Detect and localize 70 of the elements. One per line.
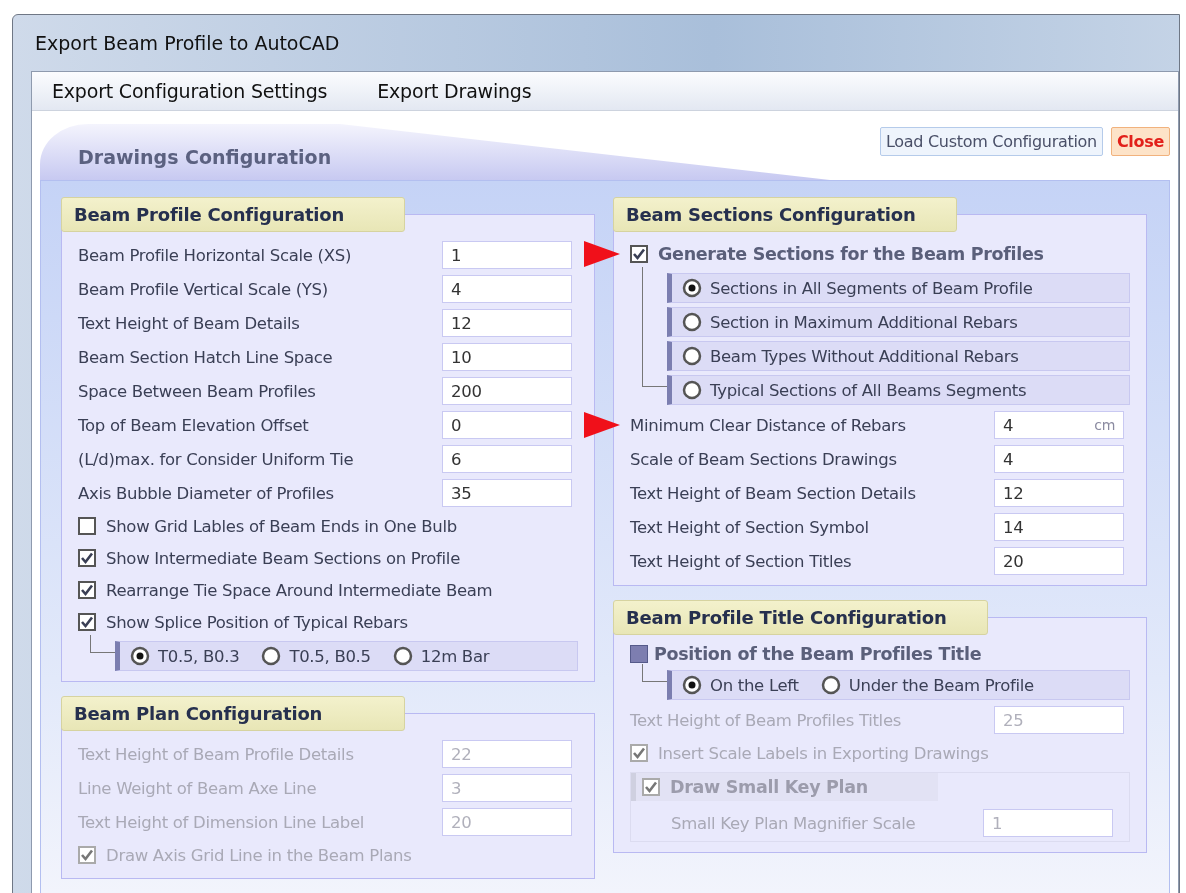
input-field[interactable]: 12: [442, 309, 572, 337]
field-label: (L/d)max. for Consider Uniform Tie: [78, 449, 355, 469]
field-label: Text Height of Beam Section Details: [630, 483, 917, 503]
checkbox[interactable]: [78, 549, 96, 567]
field-label: Axis Bubble Diameter of Profiles: [78, 483, 335, 503]
group-checkbox[interactable]: [630, 645, 648, 663]
radio-label[interactable]: T0.5, B0.5: [289, 646, 371, 666]
checkbox[interactable]: [78, 613, 96, 631]
radio-label[interactable]: On the Left: [710, 675, 799, 695]
checkbox[interactable]: [78, 581, 96, 599]
field-label: Text Height of Beam Profile Details: [78, 744, 355, 764]
input-field[interactable]: 14: [994, 513, 1124, 541]
input-field[interactable]: 10: [442, 343, 572, 371]
checkbox-label[interactable]: Show Intermediate Beam Sections on Profile: [106, 548, 578, 568]
input-field[interactable]: 0: [442, 411, 572, 439]
checkbox-label[interactable]: Show Grid Lables of Beam Ends in One Bulb: [106, 516, 578, 536]
radio-label[interactable]: 12m Bar: [420, 646, 490, 666]
field-label: Small Key Plan Magnifier Scale: [671, 813, 917, 833]
field-label: Text Height of Beam Details: [78, 313, 301, 333]
checkbox-label[interactable]: Generate Sections for the Beam Profiles: [658, 244, 1130, 264]
radio-button[interactable]: [682, 380, 702, 400]
radio-label[interactable]: Typical Sections of All Beams Segments: [710, 380, 1027, 400]
menu-item[interactable]: Export Configuration Settings: [52, 80, 328, 103]
input-field[interactable]: 4: [442, 275, 572, 303]
radio-label[interactable]: Under the Beam Profile: [848, 675, 1034, 695]
checkbox[interactable]: [630, 245, 648, 263]
input-field[interactable]: 6: [442, 445, 572, 473]
checkbox-label[interactable]: Show Splice Position of Typical Rebars: [106, 612, 578, 632]
checkbox-label[interactable]: Rearrange Tie Space Around Intermediate Beam: [106, 580, 578, 600]
field-label: Line Weight of Beam Axe Line: [78, 778, 318, 798]
panel-title: Beam Sections Configuration: [613, 197, 957, 232]
field-label: Beam Section Hatch Line Space: [78, 347, 334, 367]
radio-label[interactable]: Beam Types Without Additional Rebars: [710, 346, 1019, 366]
field-label: Scale of Beam Sections Drawings: [630, 449, 898, 469]
input-field[interactable]: 20: [994, 547, 1124, 575]
panel-title: Beam Plan Configuration: [61, 696, 405, 731]
field-label: Space Between Beam Profiles: [78, 381, 317, 401]
field-label: Beam Profile Horizontal Scale (XS): [78, 245, 353, 265]
input-field[interactable]: 35: [442, 479, 572, 507]
field-label: Minimum Clear Distance of Rebars: [630, 415, 907, 435]
radio-button[interactable]: [682, 278, 702, 298]
input-field[interactable]: 200: [442, 377, 572, 405]
load-button[interactable]: Load Custom Configuration: [880, 127, 1103, 157]
radio-button[interactable]: [392, 646, 413, 666]
radio-label[interactable]: Section in Maximum Additional Rebars: [710, 312, 1018, 332]
field-label: Text Height of Section Symbol: [630, 517, 870, 537]
menu-item[interactable]: Export Drawings: [377, 80, 532, 103]
radio-button[interactable]: [682, 675, 702, 695]
field-label: Top of Beam Elevation Offset: [78, 415, 310, 435]
group-heading: Position of the Beam Profiles Title: [654, 644, 983, 664]
field-label: Text Height of Section Titles: [630, 551, 853, 571]
close-button[interactable]: Close: [1110, 127, 1170, 157]
checkbox[interactable]: [78, 517, 96, 535]
radio-button[interactable]: [682, 346, 702, 366]
input-field[interactable]: 1: [442, 241, 572, 269]
panel-title: Beam Profile Title Configuration: [613, 600, 988, 635]
radio-button[interactable]: [820, 675, 841, 695]
input-field[interactable]: 4 cm: [994, 411, 1124, 439]
field-label: Beam Profile Vertical Scale (YS): [78, 279, 329, 299]
field-label: Text Height of Dimension Line Label: [78, 812, 366, 832]
radio-button[interactable]: [261, 646, 282, 666]
field-label: Text Height of Beam Profiles Titles: [630, 710, 903, 730]
input-field[interactable]: 4: [994, 445, 1124, 473]
panel-title: Beam Profile Configuration: [61, 197, 405, 232]
radio-label[interactable]: Sections in All Segments of Beam Profile: [710, 278, 1033, 298]
input-field[interactable]: 12: [994, 479, 1124, 507]
window-title: Export Beam Profile to AutoCAD: [35, 32, 340, 54]
radio-label[interactable]: T0.5, B0.3: [158, 646, 240, 666]
radio-button[interactable]: [682, 312, 702, 332]
radio-button[interactable]: [130, 646, 150, 666]
